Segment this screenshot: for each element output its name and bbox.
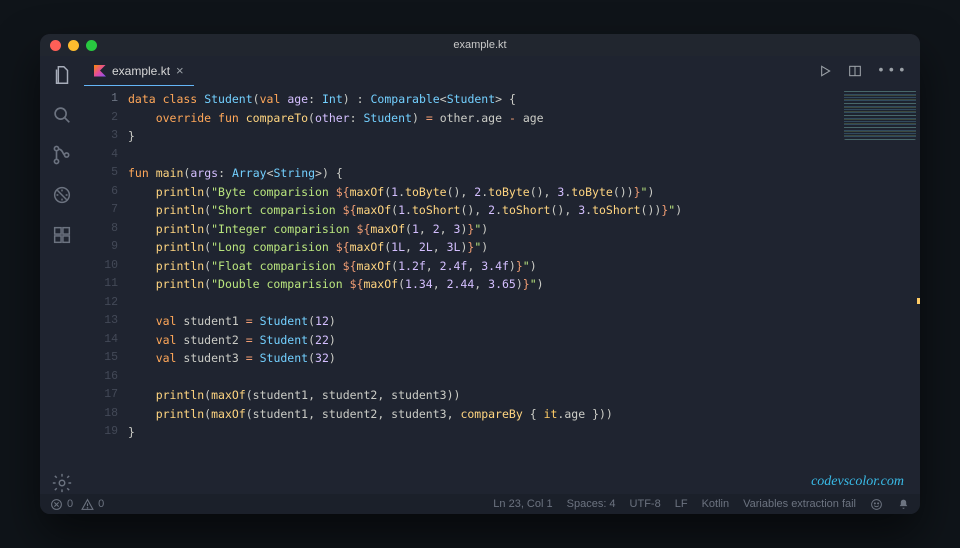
source-control-icon[interactable] <box>51 144 73 166</box>
editor-window: example.kt example.kt × <box>40 34 920 514</box>
tab-close-icon[interactable]: × <box>176 64 184 77</box>
code-content[interactable]: data class Student(val age: Int) : Compa… <box>128 86 920 494</box>
tab-filename: example.kt <box>112 64 170 78</box>
warning-count[interactable]: 0 <box>98 498 104 510</box>
settings-gear-icon[interactable] <box>51 472 73 494</box>
indentation-status[interactable]: Spaces: 4 <box>567 498 616 510</box>
window-title: example.kt <box>40 39 920 51</box>
error-count[interactable]: 0 <box>67 498 73 510</box>
tab-example-kt[interactable]: example.kt × <box>84 56 194 86</box>
code-editor[interactable]: 12345678910111213141516171819 data class… <box>84 86 920 494</box>
titlebar: example.kt <box>40 34 920 56</box>
kotlin-file-icon <box>94 65 106 77</box>
error-status-icon[interactable] <box>50 498 63 511</box>
debug-icon[interactable] <box>51 184 73 206</box>
line-number-gutter: 12345678910111213141516171819 <box>84 86 128 494</box>
minimap[interactable] <box>844 90 916 140</box>
split-editor-icon[interactable] <box>847 63 863 79</box>
encoding-status[interactable]: UTF-8 <box>630 498 661 510</box>
overview-ruler-marker <box>917 298 920 304</box>
eol-status[interactable]: LF <box>675 498 688 510</box>
status-message[interactable]: Variables extraction fail <box>743 498 856 510</box>
search-icon[interactable] <box>51 104 73 126</box>
activity-bar <box>40 56 84 494</box>
cursor-position[interactable]: Ln 23, Col 1 <box>493 498 552 510</box>
extensions-icon[interactable] <box>51 224 73 246</box>
more-actions-icon[interactable]: ••• <box>877 63 908 79</box>
explorer-icon[interactable] <box>51 64 73 86</box>
language-status[interactable]: Kotlin <box>702 498 730 510</box>
feedback-smiley-icon[interactable] <box>870 498 883 511</box>
warning-status-icon[interactable] <box>81 498 94 511</box>
notifications-bell-icon[interactable] <box>897 498 910 511</box>
editor-actions: ••• <box>817 56 920 86</box>
run-icon[interactable] <box>817 63 833 79</box>
status-bar: 0 0 Ln 23, Col 1 Spaces: 4 UTF-8 LF Kotl… <box>40 494 920 514</box>
watermark: codevscolor.com <box>811 474 904 490</box>
editor-tabs: example.kt × ••• <box>84 56 920 86</box>
